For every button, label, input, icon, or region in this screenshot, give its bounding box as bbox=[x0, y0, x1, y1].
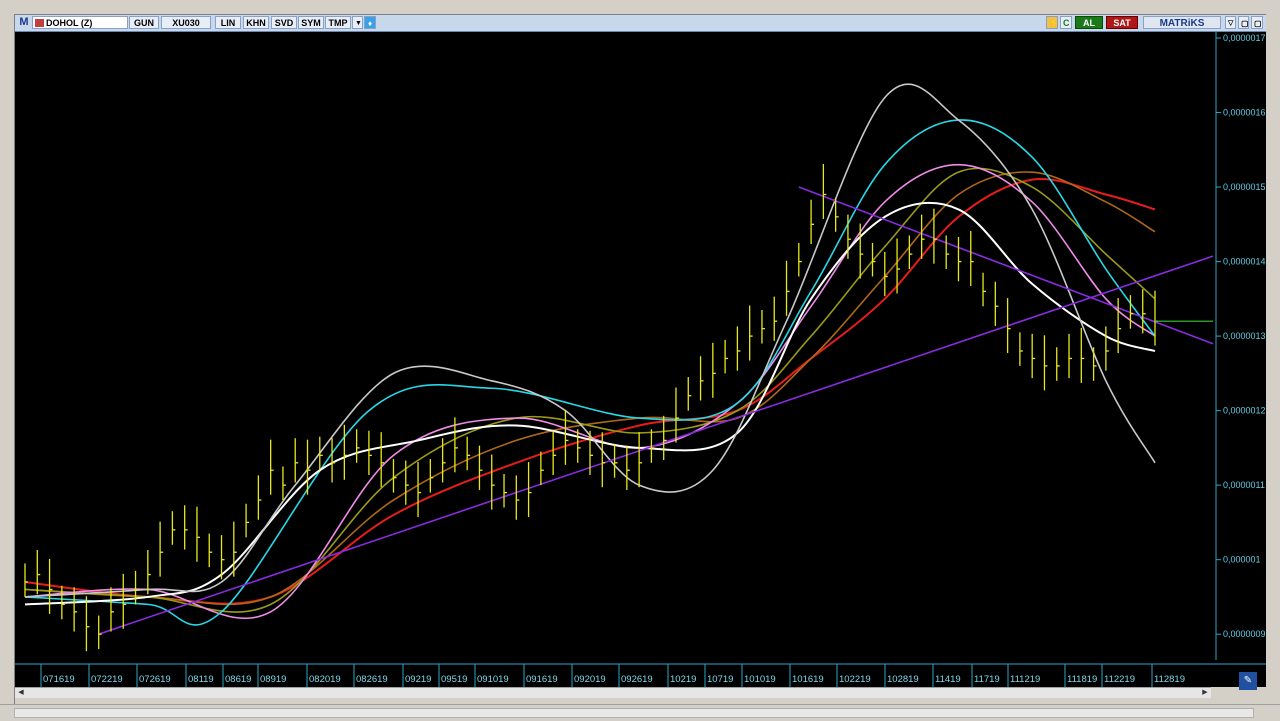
x-tick-label: 112219 bbox=[1104, 674, 1135, 685]
x-tick-label: 082619 bbox=[356, 674, 388, 685]
chart-toolbar: M DOHOL (Z) GUN XU030 LIN KHN SVD SYM TM… bbox=[15, 15, 1267, 32]
x-tick-label: 092019 bbox=[574, 674, 606, 685]
tmp-button[interactable]: TMP bbox=[325, 16, 351, 29]
symbol-label: DOHOL (Z) bbox=[46, 18, 93, 28]
x-tick-label: 101619 bbox=[792, 674, 824, 685]
x-tick-label: 10719 bbox=[707, 674, 733, 685]
symbol-icon bbox=[35, 19, 44, 27]
moving-average-line bbox=[24, 83, 1156, 598]
trend-line bbox=[98, 255, 1214, 635]
x-tick-label: 111819 bbox=[1067, 674, 1097, 685]
y-tick-label: 0,0000016 bbox=[1223, 108, 1266, 118]
x-tick-label: 092619 bbox=[621, 674, 653, 685]
twitter-bird-icon[interactable]: ♦ bbox=[364, 16, 376, 29]
x-tick-label: 08619 bbox=[225, 674, 251, 685]
moving-average-line bbox=[24, 177, 1156, 605]
right-edge-panel bbox=[1266, 14, 1280, 704]
lightning-icon[interactable]: ⚡ bbox=[1046, 16, 1058, 29]
lin-button[interactable]: LIN bbox=[215, 16, 241, 29]
chart-area[interactable]: 0,0000017 0,0000016 0,0000015 0,0000014 0,00… bbox=[15, 32, 1267, 687]
settings-corner-icon[interactable]: ✎ bbox=[1239, 672, 1257, 690]
x-tick-label: 08119 bbox=[188, 674, 214, 685]
x-tick-label: 10219 bbox=[670, 674, 696, 685]
x-tick-label: 072219 bbox=[91, 674, 123, 685]
sell-button[interactable]: SAT bbox=[1106, 16, 1138, 29]
restore-icon[interactable]: ▢ bbox=[1238, 16, 1249, 29]
price-chart[interactable]: 0,0000017 0,0000016 0,0000015 0,0000014 0,00… bbox=[15, 32, 1267, 687]
period-button[interactable]: GUN bbox=[129, 16, 159, 29]
x-tick-label: 11719 bbox=[974, 674, 1000, 685]
moving-average-line bbox=[24, 119, 1156, 626]
chart-window: M DOHOL (Z) GUN XU030 LIN KHN SVD SYM TM… bbox=[14, 14, 1268, 710]
khn-button[interactable]: KHN bbox=[243, 16, 269, 29]
x-tick-label: 082019 bbox=[309, 674, 341, 685]
buy-button[interactable]: AL bbox=[1075, 16, 1103, 29]
x-tick-label: 09219 bbox=[405, 674, 431, 685]
y-tick-label: 0,0000012 bbox=[1223, 406, 1266, 416]
y-tick-label: 0,0000015 bbox=[1223, 182, 1266, 192]
x-tick-label: 08919 bbox=[260, 674, 286, 685]
bottom-scrollbar[interactable] bbox=[14, 708, 1254, 718]
x-tick-label: 101019 bbox=[744, 674, 776, 685]
sym-button[interactable]: SYM bbox=[298, 16, 324, 29]
x-tick-label: 102219 bbox=[839, 674, 871, 685]
x-tick-label: 09519 bbox=[441, 674, 467, 685]
y-tick-label: 0,0000014 bbox=[1223, 257, 1266, 267]
x-tick-label: 102819 bbox=[887, 674, 919, 685]
moving-average-line bbox=[24, 167, 1156, 613]
close-icon[interactable]: ▢ bbox=[1251, 16, 1263, 29]
x-tick-label: 091619 bbox=[526, 674, 558, 685]
refresh-icon[interactable]: C bbox=[1060, 16, 1072, 29]
y-tick-label: 0,0000009 bbox=[1223, 629, 1266, 639]
menu-icon[interactable]: M bbox=[17, 16, 31, 29]
y-tick-label: 0,0000017 bbox=[1223, 33, 1266, 43]
x-tick-label: 112819 bbox=[1154, 674, 1185, 685]
x-tick-label: 071619 bbox=[43, 674, 75, 685]
x-tick-label: 072619 bbox=[139, 674, 171, 685]
moving-average-line bbox=[24, 202, 1156, 606]
x-tick-label: 11419 bbox=[935, 674, 961, 685]
moving-average-line bbox=[24, 171, 1156, 606]
dropdown-arrow-icon[interactable]: ▼ bbox=[352, 16, 363, 29]
scroll-left-arrow-icon[interactable]: ◀ bbox=[15, 688, 27, 698]
svd-button[interactable]: SVD bbox=[271, 16, 297, 29]
y-tick-label: 0,0000011 bbox=[1223, 480, 1265, 490]
minimize-icon[interactable]: ▽ bbox=[1225, 16, 1236, 29]
x-tick-label: 111219 bbox=[1010, 674, 1040, 685]
bottom-bar bbox=[0, 704, 1280, 721]
horizontal-scrollbar[interactable]: ◀ ▶ bbox=[15, 687, 1211, 698]
index-button[interactable]: XU030 bbox=[161, 16, 211, 29]
y-tick-label: 0,000001 bbox=[1223, 555, 1261, 565]
scroll-right-arrow-icon[interactable]: ▶ bbox=[1199, 688, 1211, 698]
x-tick-label: 091019 bbox=[477, 674, 509, 685]
brand-logo: MATRiKS bbox=[1143, 16, 1221, 29]
symbol-selector[interactable]: DOHOL (Z) bbox=[32, 16, 128, 29]
y-tick-label: 0,0000013 bbox=[1223, 331, 1266, 341]
